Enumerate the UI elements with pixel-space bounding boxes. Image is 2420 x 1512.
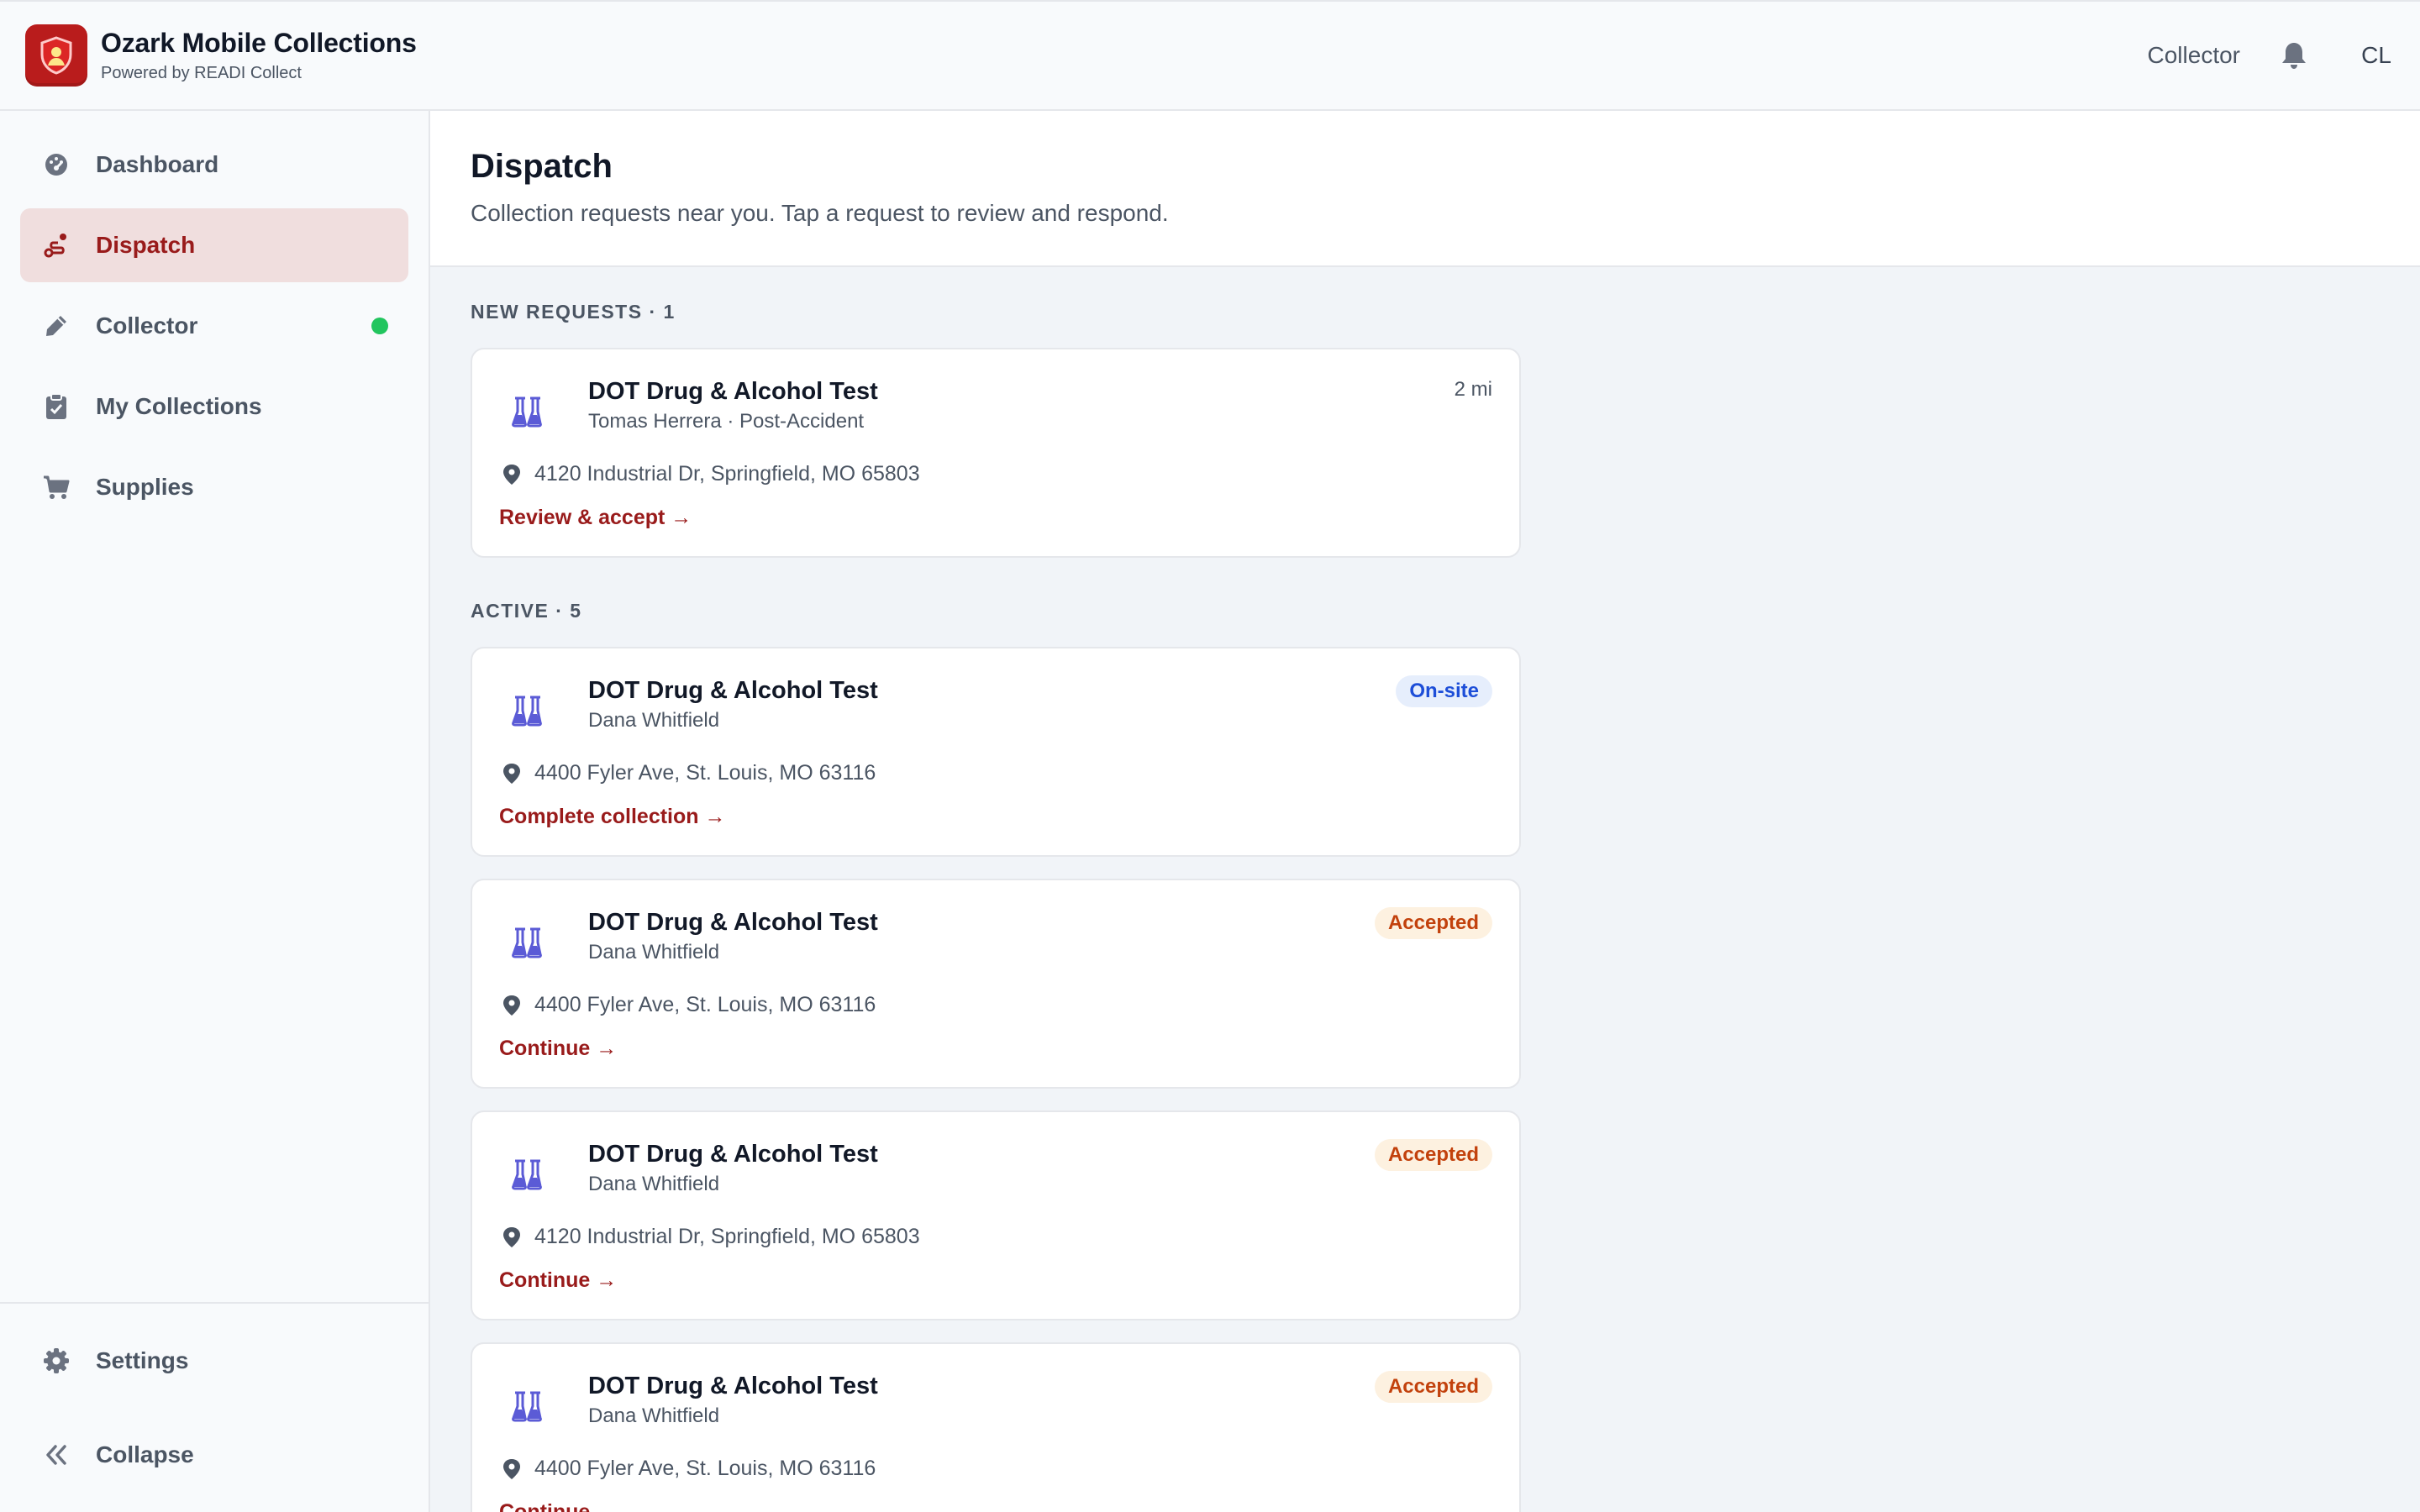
request-title: DOT Drug & Alcohol Test [588,677,878,704]
request-card[interactable]: DOT Drug & Alcohol Test Dana Whitfield A… [471,879,1521,1089]
app-subtitle: Powered by READI Collect [101,64,302,82]
app-title: Ozark Mobile Collections [101,28,417,58]
map-pin-icon [503,1459,520,1479]
user-avatar[interactable]: CL [2358,42,2395,69]
flask-icon [512,927,542,958]
app-logo [25,24,87,87]
clipboard-icon [42,392,71,421]
notifications-button[interactable] [2277,39,2311,72]
request-address: 4120 Industrial Dr, Springfield, MO 6580… [534,462,920,486]
brand-block: Ozark Mobile Collections Powered by READ… [101,28,417,83]
request-title: DOT Drug & Alcohol Test [588,378,878,405]
page-header: Dispatch Collection requests near you. T… [430,111,2420,267]
bell-icon [2282,43,2306,69]
sidebar-item-my-collections[interactable]: My Collections [20,370,408,444]
app-root: Ozark Mobile Collections Powered by READ… [0,0,2420,1512]
status-badge: On-site [1396,675,1492,707]
shield-logo-icon [40,36,72,75]
sidebar-item-label: Dashboard [96,151,219,177]
route-icon [42,231,71,260]
flask-icon [512,1391,542,1422]
map-pin-icon [503,764,520,784]
sidebar-item-dispatch[interactable]: Dispatch [20,208,408,282]
sidebar-item-label: Collector [96,312,198,339]
request-title: DOT Drug & Alcohol Test [588,1373,878,1399]
collapse-sidebar-button[interactable]: Collapse [20,1418,408,1492]
flask-icon [512,396,542,428]
request-card[interactable]: DOT Drug & Alcohol Test Dana Whitfield A… [471,1342,1521,1512]
request-title: DOT Drug & Alcohol Test [588,1141,878,1168]
distance-label: 2 mi [1454,378,1492,401]
sidebar-item-label: Dispatch [96,232,196,258]
sidebar-item-dashboard[interactable]: Dashboard [20,128,408,202]
sidebar: Dashboard Dispatch Collector My Collecti… [0,111,430,1512]
active-heading: ACTIVE · 5 [471,600,582,622]
request-address: 4400 Fyler Ave, St. Louis, MO 63116 [534,993,876,1016]
sidebar-item-label: Settings [96,1347,189,1373]
online-status-dot [371,318,388,334]
page-title: Dispatch [471,148,613,185]
map-pin-icon [503,1227,520,1247]
request-address: 4400 Fyler Ave, St. Louis, MO 63116 [534,1457,876,1480]
sidebar-item-settings[interactable]: Settings [20,1324,408,1398]
flask-icon [512,1159,542,1190]
request-subtitle: Dana Whitfield [588,941,720,963]
status-badge: Accepted [1374,1371,1492,1403]
gauge-icon [42,150,71,179]
sidebar-divider [0,1302,429,1304]
continue-link[interactable]: Continue → [499,1500,617,1512]
top-header: Ozark Mobile Collections Powered by READ… [0,0,2420,111]
sidebar-item-label: My Collections [96,393,262,419]
gear-icon [42,1347,71,1375]
review-accept-link[interactable]: Review & accept → [499,506,692,530]
continue-link[interactable]: Continue → [499,1268,617,1293]
continue-link[interactable]: Continue → [499,1037,617,1061]
sidebar-item-collector[interactable]: Collector [20,289,408,363]
map-pin-icon [503,995,520,1016]
request-subtitle: Dana Whitfield [588,1173,720,1195]
sidebar-item-label: Collapse [96,1441,194,1467]
sidebar-item-supplies[interactable]: Supplies [20,450,408,524]
request-subtitle: Dana Whitfield [588,709,720,732]
page-subtitle: Collection requests near you. Tap a requ… [471,200,1169,226]
header-actions: Collector CL [2148,39,2395,72]
request-card[interactable]: DOT Drug & Alcohol Test Tomas Herrera · … [471,348,1521,558]
role-switcher[interactable]: Collector [2148,42,2240,69]
request-card[interactable]: DOT Drug & Alcohol Test Dana Whitfield A… [471,1110,1521,1320]
sidebar-item-label: Supplies [96,474,194,500]
map-pin-icon [503,465,520,485]
status-badge: Accepted [1374,1139,1492,1171]
complete-collection-link[interactable]: Complete collection → [499,805,725,829]
main-content: Dispatch Collection requests near you. T… [430,111,2420,1512]
pen-icon [42,312,71,340]
cart-icon [42,473,71,501]
double-chevron-left-icon [42,1441,71,1469]
status-badge: Accepted [1374,907,1492,939]
request-card[interactable]: DOT Drug & Alcohol Test Dana Whitfield O… [471,647,1521,857]
request-subtitle: Dana Whitfield [588,1404,720,1427]
request-address: 4400 Fyler Ave, St. Louis, MO 63116 [534,761,876,785]
request-address: 4120 Industrial Dr, Springfield, MO 6580… [534,1225,920,1248]
flask-icon [512,696,542,727]
request-subtitle: Tomas Herrera · Post-Accident [588,410,865,433]
new-requests-heading: NEW REQUESTS · 1 [471,301,676,323]
request-title: DOT Drug & Alcohol Test [588,909,878,936]
